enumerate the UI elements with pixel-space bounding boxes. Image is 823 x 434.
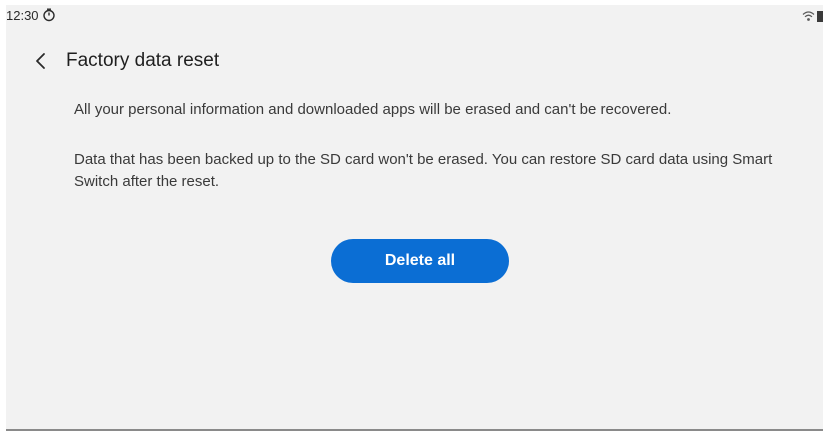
battery-icon <box>817 11 823 22</box>
status-time: 12:30 <box>6 8 39 23</box>
app-header: Factory data reset <box>6 42 823 78</box>
status-icons <box>802 9 823 23</box>
chevron-left-icon <box>36 53 45 69</box>
wifi-icon <box>802 11 815 21</box>
timer-icon <box>43 8 55 22</box>
status-bar: 12:30 <box>6 5 823 27</box>
sd-card-info-text: Data that has been backed up to the SD c… <box>74 151 773 190</box>
settings-screen: 12:30 Factory data reset All your person… <box>6 5 823 429</box>
page-title: Factory data reset <box>66 50 220 71</box>
back-button[interactable] <box>28 48 54 74</box>
delete-all-button[interactable]: Delete all <box>331 239 509 283</box>
screen-bottom-edge <box>6 429 823 431</box>
erase-warning-text: All your personal information and downlo… <box>74 101 672 118</box>
